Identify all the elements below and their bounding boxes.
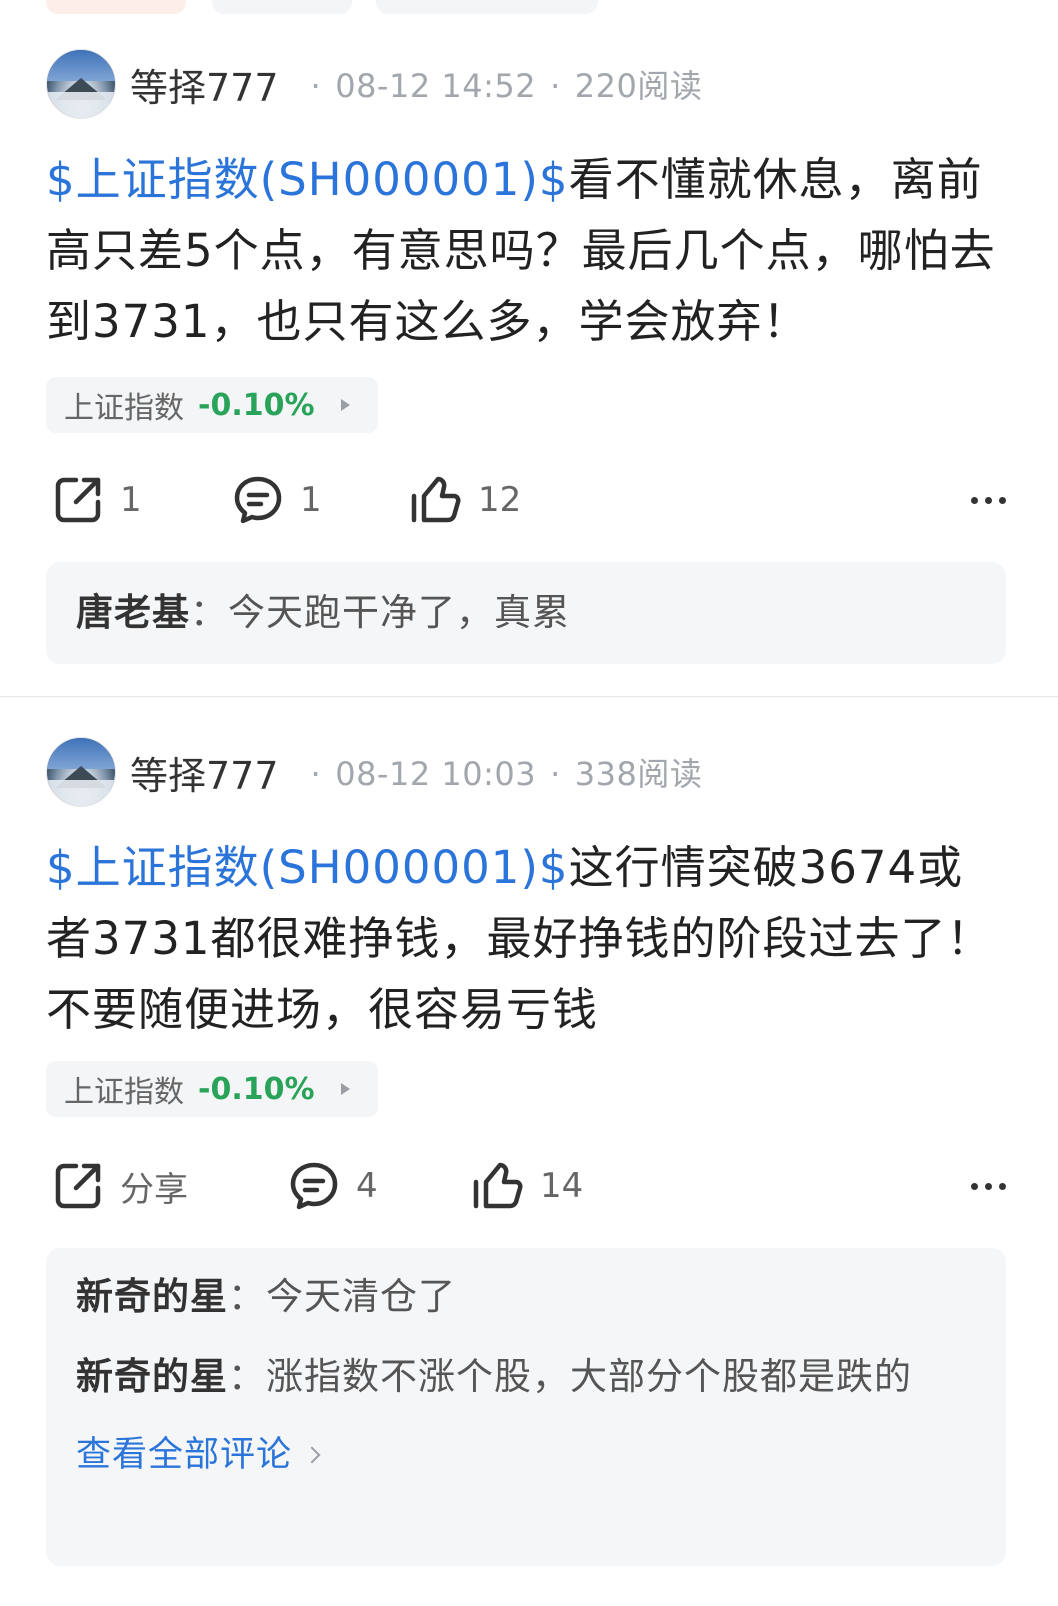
share-button[interactable]: 分享 (52, 1156, 188, 1216)
post-datetime: 08-12 10:03 (335, 755, 537, 793)
share-button[interactable]: 1 (52, 470, 142, 530)
action-bar: 1 1 12 (46, 470, 1006, 530)
more-icon (971, 1182, 978, 1190)
comment-author[interactable]: 唐老基 (76, 591, 190, 634)
post-meta: · 08-12 14:52 · 220阅读 (297, 61, 703, 107)
comment-item[interactable]: 新奇的星：涨指数不涨个股，大部分个股都是跌的 (76, 1348, 976, 1406)
like-icon (473, 1162, 523, 1209)
filter-chip[interactable] (376, 0, 598, 14)
comment-button[interactable]: 4 (288, 1156, 378, 1216)
separator: · (550, 755, 561, 793)
stock-tag[interactable]: 上证指数 -0.10% (46, 1061, 378, 1117)
comment-panel: 新奇的星：今天清仓了 新奇的星：涨指数不涨个股，大部分个股都是跌的 查看全部评论 (46, 1248, 1006, 1566)
post-content[interactable]: $上证指数(SH000001)$这行情突破3674或者3731都很难挣钱，最好挣… (46, 832, 1006, 1045)
comment-button[interactable]: 1 (232, 470, 322, 530)
separator: · (310, 755, 322, 793)
stock-tag[interactable]: 上证指数 -0.10% (46, 377, 378, 433)
comment-icon (290, 1162, 338, 1210)
username[interactable]: 等择777 (130, 745, 279, 800)
stock-tag-change: -0.10% (198, 387, 315, 423)
more-button[interactable] (971, 470, 1006, 530)
like-button[interactable]: 14 (472, 1156, 583, 1216)
separator: · (550, 67, 561, 105)
comment-text: 今天跑干净了，真累 (228, 591, 570, 634)
comment-author[interactable]: 新奇的星 (76, 1355, 228, 1398)
read-count: 220阅读 (574, 67, 703, 105)
comment-panel: 唐老基：今天跑干净了，真累 (46, 562, 1006, 664)
view-all-comments-link[interactable]: 查看全部评论 (76, 1426, 976, 1484)
comment-count: 4 (356, 1166, 378, 1206)
top-filter-chips (46, 0, 666, 14)
comment-author[interactable]: 新奇的星 (76, 1275, 228, 1318)
more-icon (971, 496, 978, 504)
comment-text: 涨指数不涨个股，大部分个股都是跌的 (266, 1355, 912, 1398)
comment-count: 1 (300, 480, 322, 520)
like-icon (411, 476, 461, 523)
stock-link[interactable]: $上证指数(SH000001)$ (46, 841, 569, 894)
post-header: 等择777 · 08-12 10:03 · 338阅读 (46, 734, 1006, 810)
play-arrow-icon (340, 1083, 350, 1095)
avatar[interactable] (46, 737, 116, 807)
chevron-right-icon (303, 1446, 321, 1464)
avatar[interactable] (46, 49, 116, 119)
username[interactable]: 等择777 (130, 57, 279, 112)
comment-item[interactable]: 唐老基：今天跑干净了，真累 (76, 584, 976, 642)
share-label: 分享 (120, 1169, 188, 1210)
read-count: 338阅读 (574, 755, 703, 793)
play-arrow-icon (340, 399, 350, 411)
like-count: 14 (540, 1166, 584, 1206)
share-count: 1 (120, 480, 142, 520)
post-header: 等择777 · 08-12 14:52 · 220阅读 (46, 46, 1006, 122)
action-bar: 分享 4 14 (46, 1156, 1006, 1216)
like-count: 12 (478, 480, 522, 520)
view-all-label: 查看全部评论 (76, 1435, 293, 1475)
like-button[interactable]: 12 (410, 470, 521, 530)
stock-tag-name: 上证指数 (64, 391, 184, 426)
post-content[interactable]: $上证指数(SH000001)$看不懂就休息，离前高只差5个点，有意思吗？最后几… (46, 144, 1006, 357)
stock-tag-name: 上证指数 (64, 1075, 184, 1110)
filter-chip[interactable] (46, 0, 186, 14)
share-icon (55, 477, 101, 523)
separator: · (310, 67, 322, 105)
stock-tag-change: -0.10% (198, 1071, 315, 1107)
comment-icon (234, 476, 282, 524)
comment-text: 今天清仓了 (266, 1275, 456, 1318)
stock-link[interactable]: $上证指数(SH000001)$ (46, 153, 569, 206)
share-icon (55, 1163, 101, 1209)
comment-item[interactable]: 新奇的星：今天清仓了 (76, 1268, 976, 1326)
post-datetime: 08-12 14:52 (335, 67, 537, 105)
more-button[interactable] (971, 1156, 1006, 1216)
post-meta: · 08-12 10:03 · 338阅读 (297, 749, 703, 795)
filter-chip[interactable] (212, 0, 352, 14)
post-divider (0, 696, 1058, 697)
